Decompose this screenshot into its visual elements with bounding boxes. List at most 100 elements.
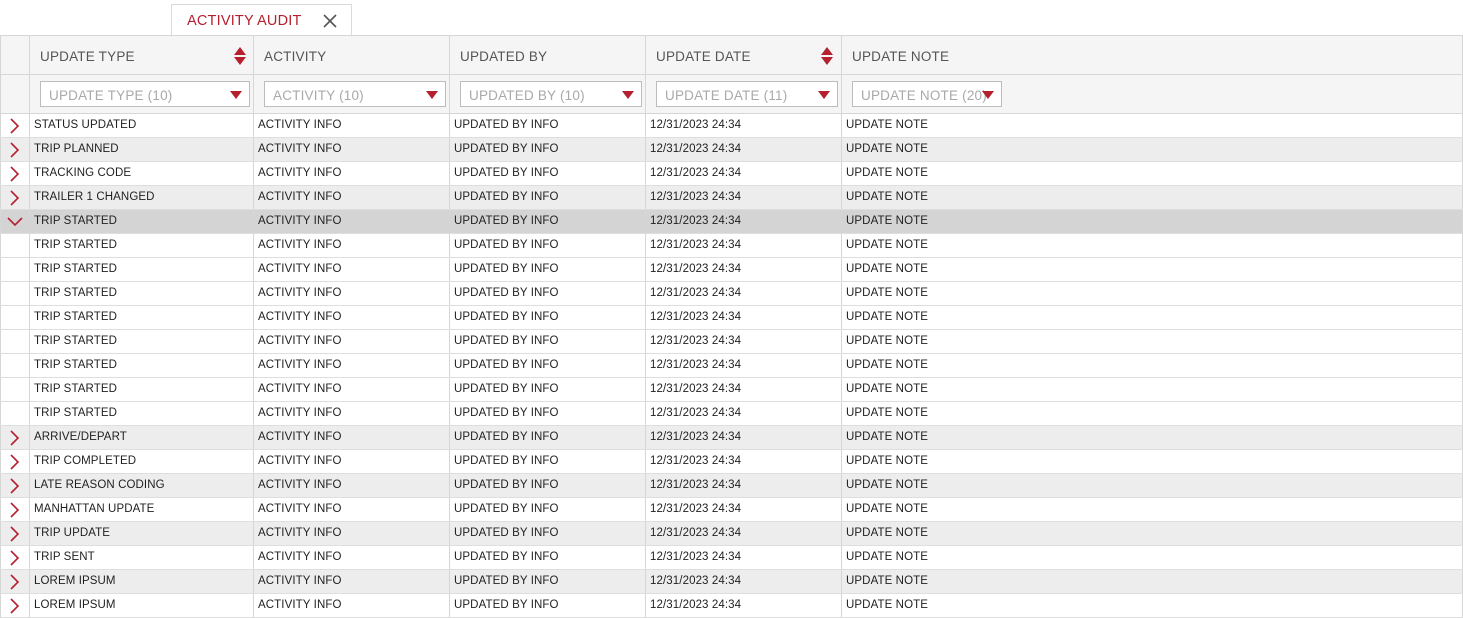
chevron-right-icon[interactable] (7, 526, 23, 542)
chevron-right-icon[interactable] (7, 550, 23, 566)
cell-text: 12/31/2023 24:34 (650, 599, 742, 611)
row-expander-cell (0, 354, 29, 377)
child-table-row[interactable]: TRIP STARTED ACTIVITY INFO UPDATED BY INFO… (0, 258, 1463, 282)
close-icon[interactable] (322, 13, 338, 29)
cell-text: 12/31/2023 24:34 (650, 383, 742, 395)
chevron-right-icon[interactable] (7, 478, 23, 494)
cell-updated-by: UPDATED BY INFO (449, 474, 645, 497)
column-header-updated-by[interactable]: UPDATED BY (449, 36, 645, 74)
table-row[interactable]: ARRIVE/DEPART ACTIVITY INFO UPDATED BY INF… (0, 426, 1463, 450)
table-row[interactable]: TRIP STARTED ACTIVITY INFO UPDATED BY INFO… (0, 210, 1463, 234)
cell-text: ACTIVITY INFO (258, 551, 342, 563)
table-row[interactable]: LOREM IPSUM ACTIVITY INFO UPDATED BY INFO 1… (0, 570, 1463, 594)
cell-text: UPDATED BY INFO (454, 527, 559, 539)
cell-update-date: 12/31/2023 24:34 (645, 114, 841, 137)
cell-updated-by: UPDATED BY INFO (449, 354, 645, 377)
row-expander-cell (0, 498, 29, 521)
filter-dropdown-updated-by[interactable]: UPDATED BY (10) (460, 81, 642, 107)
chevron-right-icon[interactable] (7, 430, 23, 446)
cell-update-date: 12/31/2023 24:34 (645, 426, 841, 449)
cell-updated-by: UPDATED BY INFO (449, 402, 645, 425)
cell-text: TRIP STARTED (34, 239, 117, 251)
cell-updated-by: UPDATED BY INFO (449, 450, 645, 473)
cell-update-type: TRIP STARTED (29, 402, 253, 425)
cell-activity: ACTIVITY INFO (253, 282, 449, 305)
cell-updated-by: UPDATED BY INFO (449, 426, 645, 449)
activity-audit-grid: UPDATE TYPE ACTIVITY UPDATED BY UPDATE DATE… (0, 35, 1463, 618)
chevron-right-icon[interactable] (7, 166, 23, 182)
tab-bar: ACTIVITY AUDIT (0, 0, 1463, 36)
table-row[interactable]: LATE REASON CODING ACTIVITY INFO UPDATED B… (0, 474, 1463, 498)
row-expander-cell (0, 330, 29, 353)
cell-update-date: 12/31/2023 24:34 (645, 522, 841, 545)
cell-text: UPDATED BY INFO (454, 263, 559, 275)
cell-text: TRIP STARTED (34, 287, 117, 299)
cell-text: UPDATE NOTE (846, 311, 929, 323)
cell-text: ACTIVITY INFO (258, 503, 342, 515)
row-expander-cell (0, 570, 29, 593)
filter-dropdown-activity[interactable]: ACTIVITY (10) (264, 81, 446, 107)
cell-text: UPDATE NOTE (846, 335, 929, 347)
child-table-row[interactable]: TRIP STARTED ACTIVITY INFO UPDATED BY INFO… (0, 402, 1463, 426)
table-row[interactable]: TRAILER 1 CHANGED ACTIVITY INFO UPDATED BY… (0, 186, 1463, 210)
cell-activity: ACTIVITY INFO (253, 234, 449, 257)
chevron-right-icon[interactable] (7, 598, 23, 614)
cell-update-date: 12/31/2023 24:34 (645, 378, 841, 401)
sort-icon[interactable] (234, 47, 246, 65)
filter-cell-activity: ACTIVITY (10) (253, 75, 449, 113)
child-table-row[interactable]: TRIP STARTED ACTIVITY INFO UPDATED BY INFO… (0, 354, 1463, 378)
child-table-row[interactable]: TRIP STARTED ACTIVITY INFO UPDATED BY INFO… (0, 330, 1463, 354)
chevron-right-icon[interactable] (7, 118, 23, 134)
cell-activity: ACTIVITY INFO (253, 594, 449, 617)
cell-update-type: TRIP STARTED (29, 378, 253, 401)
cell-text: UPDATED BY INFO (454, 407, 559, 419)
table-row[interactable]: TRIP PLANNED ACTIVITY INFO UPDATED BY INFO… (0, 138, 1463, 162)
cell-update-type: TRIP PLANNED (29, 138, 253, 161)
column-header-update-note[interactable]: UPDATE NOTE (841, 36, 1463, 74)
cell-text: TRIP STARTED (34, 407, 117, 419)
child-table-row[interactable]: TRIP STARTED ACTIVITY INFO UPDATED BY INFO… (0, 234, 1463, 258)
cell-update-type: TRIP STARTED (29, 330, 253, 353)
column-header-update-type[interactable]: UPDATE TYPE (29, 36, 253, 74)
row-expander-cell (0, 138, 29, 161)
child-table-row[interactable]: TRIP STARTED ACTIVITY INFO UPDATED BY INFO… (0, 378, 1463, 402)
column-header-activity[interactable]: ACTIVITY (253, 36, 449, 74)
table-row[interactable]: STATUS UPDATED ACTIVITY INFO UPDATED BY IN… (0, 114, 1463, 138)
cell-text: UPDATED BY INFO (454, 455, 559, 467)
cell-text: UPDATE NOTE (846, 503, 929, 515)
table-row[interactable]: LOREM IPSUM ACTIVITY INFO UPDATED BY INFO 1… (0, 594, 1463, 618)
chevron-right-icon[interactable] (7, 190, 23, 206)
tab-activity-audit[interactable]: ACTIVITY AUDIT (171, 4, 352, 36)
cell-update-type: TRIP STARTED (29, 210, 253, 233)
filter-dropdown-update-note[interactable]: UPDATE NOTE (20) (852, 81, 1002, 107)
chevron-right-icon[interactable] (7, 574, 23, 590)
table-row[interactable]: TRIP COMPLETED ACTIVITY INFO UPDATED BY IN… (0, 450, 1463, 474)
filter-dropdown-update-date[interactable]: UPDATE DATE (11) (656, 81, 838, 107)
cell-text: UPDATE NOTE (846, 287, 929, 299)
chevron-down-icon[interactable] (7, 214, 23, 230)
cell-text: 12/31/2023 24:34 (650, 143, 742, 155)
table-row[interactable]: TRACKING CODE ACTIVITY INFO UPDATED BY INF… (0, 162, 1463, 186)
cell-update-note: UPDATE NOTE (841, 306, 1463, 329)
child-table-row[interactable]: TRIP STARTED ACTIVITY INFO UPDATED BY INFO… (0, 306, 1463, 330)
cell-update-note: UPDATE NOTE (841, 570, 1463, 593)
cell-text: ACTIVITY INFO (258, 575, 342, 587)
cell-update-note: UPDATE NOTE (841, 546, 1463, 569)
cell-update-date: 12/31/2023 24:34 (645, 210, 841, 233)
cell-update-date: 12/31/2023 24:34 (645, 450, 841, 473)
filter-cell-updated-by: UPDATED BY (10) (449, 75, 645, 113)
chevron-right-icon[interactable] (7, 502, 23, 518)
table-row[interactable]: TRIP SENT ACTIVITY INFO UPDATED BY INFO 12/… (0, 546, 1463, 570)
child-table-row[interactable]: TRIP STARTED ACTIVITY INFO UPDATED BY INFO… (0, 282, 1463, 306)
table-row[interactable]: TRIP UPDATE ACTIVITY INFO UPDATED BY INFO 1… (0, 522, 1463, 546)
cell-text: UPDATE NOTE (846, 143, 929, 155)
cell-update-date: 12/31/2023 24:34 (645, 570, 841, 593)
chevron-right-icon[interactable] (7, 142, 23, 158)
cell-text: ACTIVITY INFO (258, 455, 342, 467)
column-header-update-date[interactable]: UPDATE DATE (645, 36, 841, 74)
row-expander-cell (0, 234, 29, 257)
sort-icon[interactable] (821, 47, 833, 65)
table-row[interactable]: MANHATTAN UPDATE ACTIVITY INFO UPDATED BY … (0, 498, 1463, 522)
chevron-right-icon[interactable] (7, 454, 23, 470)
filter-dropdown-update-type[interactable]: UPDATE TYPE (10) (40, 81, 250, 107)
